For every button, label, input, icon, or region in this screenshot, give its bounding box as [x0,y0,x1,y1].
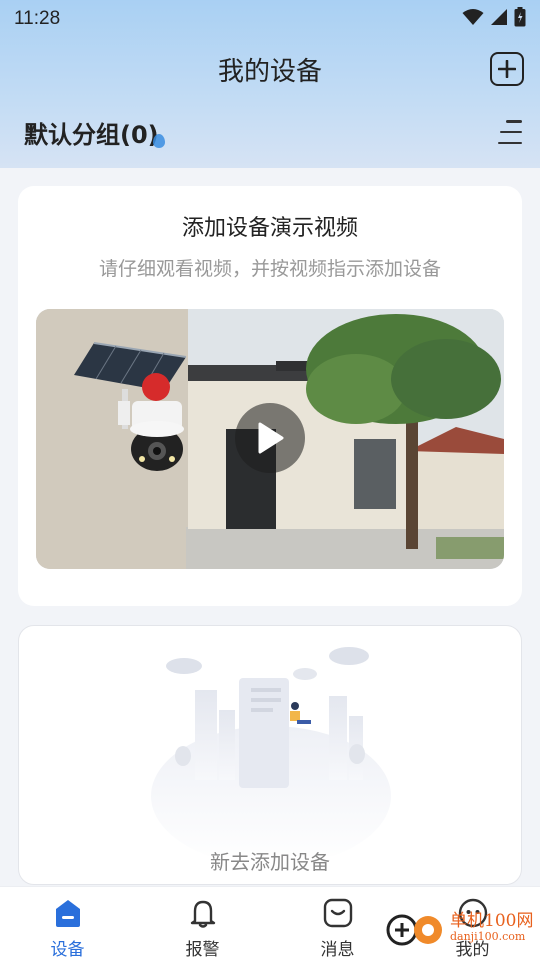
add-device-button[interactable] [490,52,524,86]
tab-alarm[interactable]: 报警 [135,887,270,960]
status-time: 11:28 [14,8,61,29]
play-icon [258,422,284,454]
group-label: 默认分组(0) [24,120,159,149]
message-icon [320,895,356,931]
tab-message-label: 消息 [320,940,355,960]
page-title: 我的设备 [217,56,322,87]
signal-icon [490,8,508,30]
add-square-icon [498,60,516,78]
demo-video-thumbnail[interactable] [36,309,504,569]
group-row: 默认分组(0) [0,110,540,154]
tab-message[interactable]: 消息 [270,887,405,960]
group-drop-icon [152,133,165,148]
play-button[interactable] [235,403,305,473]
status-icons [462,7,526,31]
status-bar: 11:28 [0,0,540,38]
video-card: 添加设备演示视频 请仔细观看视频，并按视频指示添加设备 [18,186,522,606]
bell-icon [185,895,221,931]
video-card-title: 添加设备演示视频 [181,216,358,241]
watermark-logo-icon [386,914,442,946]
group-selector[interactable]: 默认分组(0) [24,115,165,150]
title-bar: 我的设备 [0,44,540,94]
tab-device[interactable]: 设备 [0,887,135,960]
menu-lines-icon[interactable] [496,120,522,144]
device-home-icon [50,895,86,931]
watermark: 单机100网 danji100.com [386,900,536,956]
tab-alarm-label: 报警 [185,940,220,960]
video-card-subtitle: 请仔细观看视频，并按视频指示添加设备 [98,258,441,280]
add-device-empty-card[interactable]: 新去添加设备 [18,625,522,885]
empty-city-illustration [151,647,391,866]
watermark-line2: danji100.com [450,930,526,944]
tab-device-label: 设备 [50,940,85,960]
watermark-line1: 单机100网 [450,911,534,932]
empty-card-text: 新去添加设备 [210,850,330,874]
battery-icon [514,7,526,31]
wifi-icon [462,8,484,30]
